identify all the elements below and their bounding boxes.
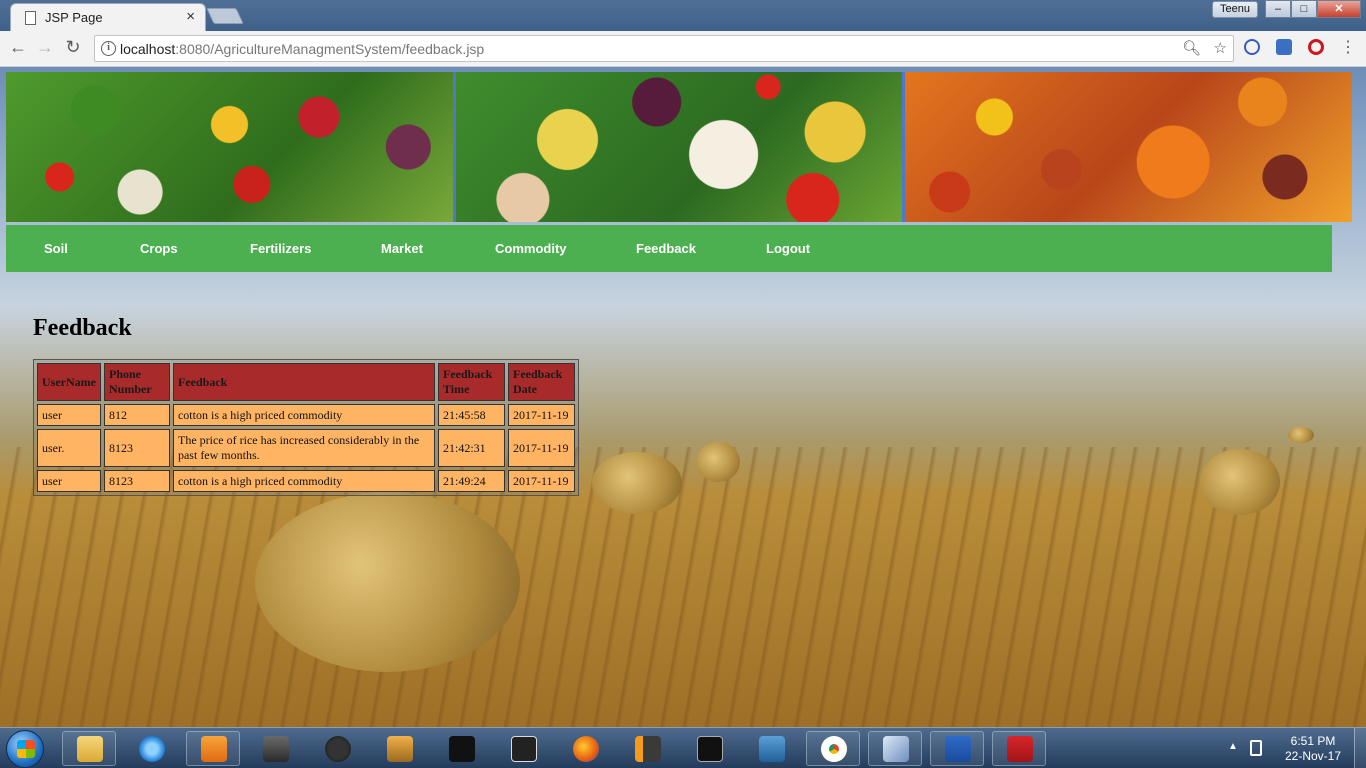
- cell-feedback: The price of rice has increased consider…: [172, 429, 435, 467]
- reload-icon[interactable]: ↻: [61, 37, 85, 58]
- column-header-date: Feedback Date: [507, 363, 575, 401]
- nav-logout[interactable]: Logout: [766, 241, 810, 256]
- nav-feedback[interactable]: Feedback: [636, 241, 696, 256]
- media-player-icon[interactable]: [186, 731, 240, 766]
- hay-bale-image: [255, 492, 520, 672]
- header-banner: [6, 72, 1353, 222]
- browser-tabstrip: JSP Page × Teenu – □ ✕: [0, 0, 1366, 31]
- table-row: user 812 cotton is a high priced commodi…: [37, 404, 575, 426]
- browser-toolbar: ← → ↻ i localhost:8080/AgricultureManagm…: [0, 31, 1366, 67]
- page-viewport: Soil Crops Fertilizers Market Commodity …: [0, 67, 1366, 727]
- nav-fertilizers[interactable]: Fertilizers: [250, 241, 311, 256]
- cell-phone: 812: [103, 404, 170, 426]
- back-icon[interactable]: ←: [6, 37, 30, 58]
- windows-logo-icon: [17, 740, 35, 758]
- chrome-icon[interactable]: [806, 731, 860, 766]
- internet-explorer-icon[interactable]: [124, 731, 178, 766]
- column-header-username: UserName: [37, 363, 101, 401]
- cell-date: 2017-11-19: [507, 429, 575, 467]
- url-text: localhost:8080/AgricultureManagmentSyste…: [120, 41, 484, 57]
- cell-username: user: [37, 404, 101, 426]
- opera-extension-icon[interactable]: [1308, 39, 1324, 55]
- tab-close-icon[interactable]: ×: [186, 8, 195, 25]
- info-icon[interactable]: i: [101, 41, 116, 56]
- acrobat-icon[interactable]: [992, 731, 1046, 766]
- harvest-banner-image: [905, 72, 1353, 222]
- show-hidden-icons-icon[interactable]: ▲: [1228, 741, 1238, 752]
- new-tab-button[interactable]: [206, 8, 244, 24]
- counter-strike-icon[interactable]: [372, 731, 426, 766]
- page-title: Feedback: [33, 315, 132, 341]
- cell-time: 21:42:31: [437, 429, 505, 467]
- main-nav: Soil Crops Fertilizers Market Commodity …: [6, 225, 1332, 272]
- start-button[interactable]: [6, 730, 44, 768]
- maximize-button[interactable]: □: [1291, 0, 1317, 18]
- tab-title: JSP Page: [45, 10, 103, 25]
- mysql-icon[interactable]: [682, 731, 736, 766]
- column-header-feedback: Feedback: [172, 363, 435, 401]
- hay-bale-image: [1288, 427, 1314, 443]
- clock-time: 6:51 PM: [1290, 734, 1336, 748]
- word-icon[interactable]: [930, 731, 984, 766]
- nav-soil[interactable]: Soil: [44, 241, 68, 256]
- window-controls: – □ ✕: [1265, 0, 1361, 18]
- nav-market[interactable]: Market: [381, 241, 423, 256]
- menu-icon[interactable]: ⋮: [1336, 37, 1360, 57]
- game-app-icon[interactable]: [248, 731, 302, 766]
- bookmark-star-icon[interactable]: ☆: [1214, 39, 1227, 57]
- table-row: user 8123 cotton is a high priced commod…: [37, 470, 575, 492]
- system-clock[interactable]: 6:51 PM 22-Nov-17: [1282, 734, 1344, 764]
- battery-icon[interactable]: [1250, 740, 1262, 756]
- column-header-time: Feedback Time: [437, 363, 505, 401]
- cell-time: 21:45:58: [437, 404, 505, 426]
- profile-button[interactable]: Teenu: [1212, 1, 1258, 18]
- hay-bale-image: [1200, 449, 1280, 515]
- cell-phone: 8123: [103, 429, 170, 467]
- vegetables-banner-image: [455, 72, 903, 222]
- hay-bale-image: [696, 442, 740, 482]
- file-explorer-icon[interactable]: [62, 731, 116, 766]
- wwe-icon[interactable]: [434, 731, 488, 766]
- zoom-icon[interactable]: 🔍︎: [1182, 39, 1201, 57]
- windows-taskbar: ▲ 6:51 PM 22-Nov-17: [0, 727, 1366, 768]
- address-bar[interactable]: i localhost:8080/AgricultureManagmentSys…: [94, 35, 1234, 62]
- cell-username: user: [37, 470, 101, 492]
- sublime-text-icon[interactable]: [620, 731, 674, 766]
- cell-time: 21:49:24: [437, 470, 505, 492]
- cell-feedback: cotton is a high priced commodity: [172, 470, 435, 492]
- cube-extension-icon[interactable]: [1276, 39, 1292, 55]
- virtualbox-icon[interactable]: [868, 731, 922, 766]
- pes-15-icon[interactable]: [310, 731, 364, 766]
- block-extension-icon[interactable]: [1244, 39, 1260, 55]
- vegetables-banner-image: [6, 72, 453, 222]
- minimize-button[interactable]: –: [1265, 0, 1291, 18]
- clock-date: 22-Nov-17: [1284, 749, 1342, 763]
- url-host: localhost: [120, 41, 176, 57]
- feedback-table: UserName Phone Number Feedback Feedback …: [33, 359, 579, 496]
- mysql-workbench-icon[interactable]: [744, 731, 798, 766]
- cell-date: 2017-11-19: [507, 404, 575, 426]
- sleeping-dogs-icon[interactable]: [496, 731, 550, 766]
- show-desktop-button[interactable]: [1354, 728, 1366, 768]
- forward-icon[interactable]: →: [33, 37, 57, 58]
- firefox-icon[interactable]: [558, 731, 612, 766]
- cell-phone: 8123: [103, 470, 170, 492]
- table-row: user. 8123 The price of rice has increas…: [37, 429, 575, 467]
- page-icon: [25, 11, 36, 25]
- browser-tab[interactable]: JSP Page ×: [10, 3, 206, 31]
- nav-commodity[interactable]: Commodity: [495, 241, 567, 256]
- url-path: :8080/AgricultureManagmentSystem/feedbac…: [175, 41, 485, 57]
- table-header-row: UserName Phone Number Feedback Feedback …: [37, 363, 575, 401]
- hay-bale-image: [592, 452, 682, 514]
- nav-crops[interactable]: Crops: [140, 241, 178, 256]
- cell-feedback: cotton is a high priced commodity: [172, 404, 435, 426]
- cell-username: user.: [37, 429, 101, 467]
- close-window-button[interactable]: ✕: [1317, 0, 1361, 18]
- column-header-phone: Phone Number: [103, 363, 170, 401]
- cell-date: 2017-11-19: [507, 470, 575, 492]
